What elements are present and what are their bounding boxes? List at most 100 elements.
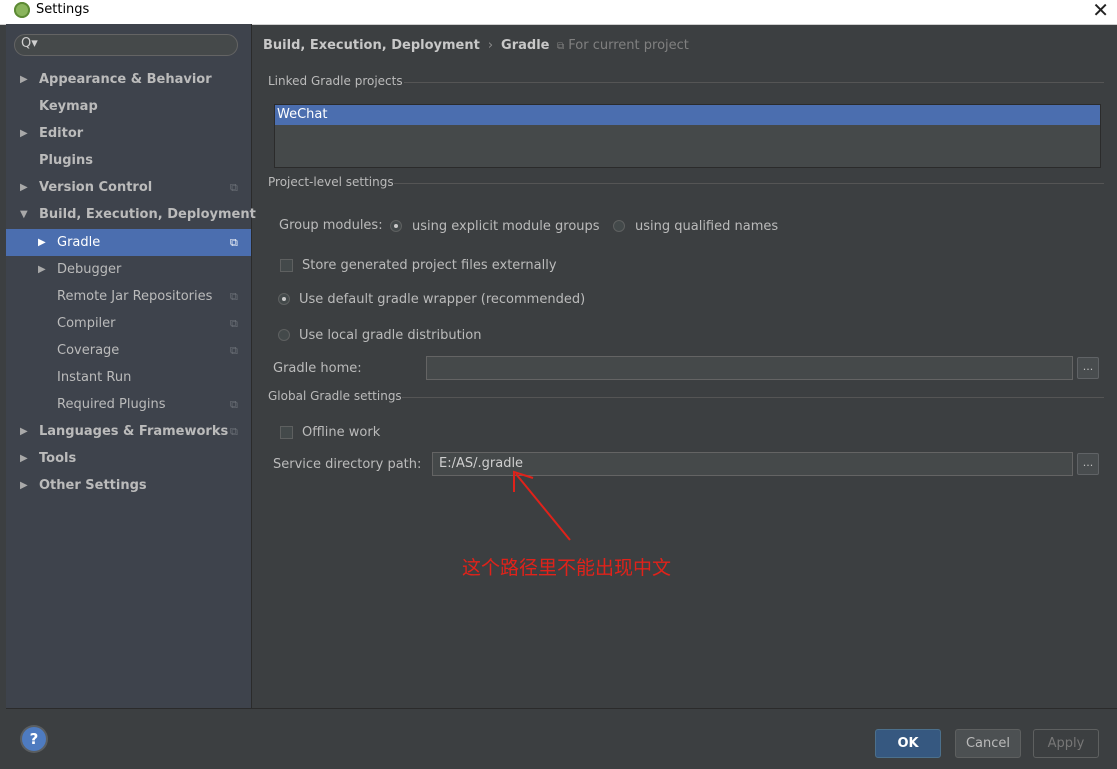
sidebar-item-label: Appearance & Behavior [39,72,212,87]
sidebar-item-build-execution-deployment[interactable]: ▼ Build, Execution, Deployment [6,201,256,228]
search-icon: Q▾ [21,36,38,51]
offline-work-label[interactable]: Offline work [302,425,380,440]
collapsed-arrow-icon[interactable]: ▶ [20,445,28,472]
project-scope-icon: ⧉ [230,289,238,303]
radio-explicit-module-groups[interactable] [390,220,402,232]
sidebar-item-debugger[interactable]: ▶ Debugger [6,256,251,283]
collapsed-arrow-icon[interactable]: ▶ [20,174,28,201]
sidebar-item-label: Keymap [39,99,98,115]
offline-work-checkbox[interactable] [280,426,293,439]
android-studio-icon [14,2,30,18]
sidebar-item-remote-jar-repositories[interactable]: Remote Jar Repositories ⧉ [6,283,251,310]
settings-tree: ▶ Appearance & Behavior Keymap ▶ Editor Plugi… [6,66,256,500]
sidebar-item-keymap[interactable]: Keymap [6,93,251,120]
sidebar-item-other-settings[interactable]: ▶ Other Settings [6,472,251,499]
project-scope-icon: ⧉ [230,235,238,249]
radio-local-distribution[interactable] [278,329,290,341]
window-title: Settings [36,2,90,17]
local-distribution-label[interactable]: Use local gradle distribution [299,328,481,343]
sidebar-item-languages-frameworks[interactable]: ▶ Languages & Frameworks ⧉ [6,418,251,445]
gradle-home-label: Gradle home: [273,361,362,376]
sidebar-item-plugins[interactable]: Plugins [6,147,251,174]
service-directory-browse-button[interactable]: ... [1077,453,1099,475]
radio-qualified-names[interactable] [613,220,625,232]
qualified-names-label[interactable]: using qualified names [635,219,778,234]
collapsed-arrow-icon[interactable]: ▶ [38,256,46,283]
sidebar-item-tools[interactable]: ▶ Tools [6,445,251,472]
service-directory-label: Service directory path: [273,457,422,472]
sidebar-item-required-plugins[interactable]: Required Plugins ⧉ [6,391,251,418]
breadcrumb-item-gradle: Gradle [501,38,550,53]
collapsed-arrow-icon[interactable]: ▶ [20,472,28,499]
section-divider [404,82,1104,83]
linked-project-item[interactable]: WeChat [275,105,1100,125]
sidebar-item-label: Tools [39,451,77,467]
sidebar-item-label: Version Control [39,180,153,196]
sidebar-item-label: Coverage [57,342,120,358]
project-scope-icon: ⧉ [230,316,238,330]
dialog-footer: ? OK Cancel Apply [6,708,1117,769]
sidebar-item-label: Other Settings [39,478,147,494]
sidebar-item-instant-run[interactable]: Instant Run [6,364,251,391]
breadcrumb: Build, Execution, Deployment › Gradle [263,38,549,53]
sidebar-item-label: Remote Jar Repositories [57,288,213,304]
for-current-project-note: ⧉ For current project [557,38,689,53]
linked-projects-list[interactable]: WeChat [274,104,1101,168]
close-icon[interactable]: ✕ [1092,0,1109,22]
sidebar-item-label: Compiler [57,315,116,331]
store-externally-label[interactable]: Store generated project files externally [302,258,557,273]
section-divider [394,183,1104,184]
project-level-section: Project-level settings [268,175,1104,189]
project-scope-icon: ⧉ [557,41,565,52]
group-modules-label: Group modules: [279,218,383,233]
sidebar-item-compiler[interactable]: Compiler ⧉ [6,310,251,337]
collapsed-arrow-icon[interactable]: ▶ [20,418,28,445]
apply-button[interactable]: Apply [1033,729,1099,758]
sidebar-item-coverage[interactable]: Coverage ⧉ [6,337,251,364]
help-icon[interactable]: ? [22,727,46,751]
gradle-settings-panel: Build, Execution, Deployment › Gradle ⧉ Fo… [252,24,1117,708]
project-level-heading: Project-level settings [268,175,394,189]
project-scope-icon: ⧉ [230,343,238,357]
project-scope-icon: ⧉ [230,181,238,195]
breadcrumb-item-build: Build, Execution, Deployment [263,38,480,53]
settings-search-input[interactable]: Q▾ [14,34,238,56]
default-wrapper-label[interactable]: Use default gradle wrapper (recommended) [299,292,585,307]
sidebar-item-label: Gradle [57,234,101,250]
gradle-home-input[interactable] [426,356,1073,380]
ok-button[interactable]: OK [875,729,941,758]
linked-projects-heading: Linked Gradle projects [268,74,403,88]
sidebar-item-label: Instant Run [57,370,132,386]
sidebar-item-appearance-behavior[interactable]: ▶ Appearance & Behavior [6,66,251,93]
linked-projects-section: Linked Gradle projects [268,74,1104,88]
for-current-project-label: For current project [568,38,689,53]
global-gradle-section: Global Gradle settings [268,389,1104,403]
collapsed-arrow-icon[interactable]: ▶ [38,229,46,256]
sidebar-item-gradle[interactable]: ▶ Gradle ⧉ [6,228,251,256]
project-scope-icon: ⧉ [230,398,238,412]
sidebar-item-label: Debugger [57,261,122,277]
title-bar: Settings ✕ [0,0,1117,25]
explicit-module-groups-label[interactable]: using explicit module groups [412,219,600,234]
radio-default-wrapper[interactable] [278,293,290,305]
sidebar-item-version-control[interactable]: ▶ Version Control ⧉ [6,174,251,201]
gradle-home-browse-button[interactable]: ... [1077,357,1099,379]
sidebar-item-label: Languages & Frameworks [39,424,229,440]
sidebar-item-label: Plugins [39,153,93,169]
section-divider [402,397,1104,398]
sidebar-item-label: Editor [39,126,84,142]
cancel-button[interactable]: Cancel [955,729,1021,758]
expanded-arrow-icon[interactable]: ▼ [20,201,28,228]
global-gradle-heading: Global Gradle settings [268,389,402,403]
service-directory-input[interactable]: E:/AS/.gradle [432,452,1073,476]
annotation-note: 这个路径里不能出现中文 [462,557,672,579]
sidebar-item-label: Required Plugins [57,397,166,413]
collapsed-arrow-icon[interactable]: ▶ [20,66,28,93]
store-externally-checkbox[interactable] [280,259,293,272]
breadcrumb-separator: › [487,38,494,53]
sidebar-item-editor[interactable]: ▶ Editor [6,120,251,147]
sidebar-item-label: Build, Execution, Deployment [39,207,256,223]
collapsed-arrow-icon[interactable]: ▶ [20,120,28,147]
settings-sidebar: Q▾ ▶ Appearance & Behavior Keymap ▶ Editor Pl… [6,24,256,708]
project-scope-icon: ⧉ [230,425,238,439]
